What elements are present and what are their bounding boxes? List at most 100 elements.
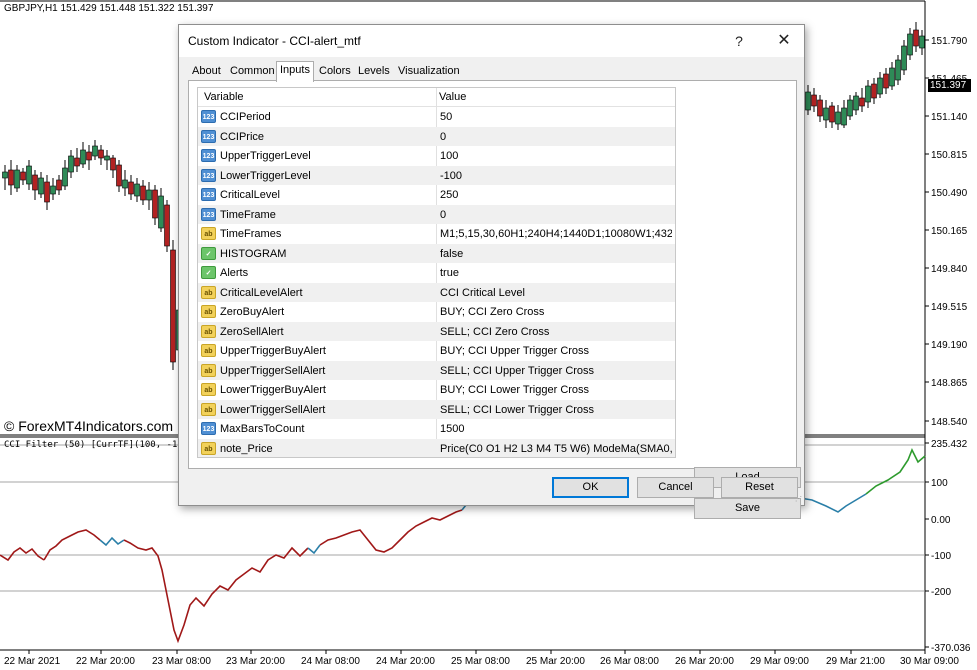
dialog-title: Custom Indicator - CCI-alert_mtf xyxy=(188,34,361,48)
current-price-tag: 151.397 xyxy=(928,79,971,92)
time-tick-label: 22 Mar 20:00 xyxy=(76,656,135,667)
input-name: Alerts xyxy=(220,267,249,279)
cancel-button[interactable]: Cancel xyxy=(637,477,714,498)
input-value[interactable]: BUY; CCI Lower Trigger Cross xyxy=(440,384,672,396)
time-tick-label: 29 Mar 09:00 xyxy=(750,656,809,667)
candle-body xyxy=(859,97,865,107)
input-row-alerts[interactable]: ✓ Alerts true xyxy=(198,263,675,283)
tab-inputs[interactable]: Inputs xyxy=(276,61,314,82)
input-row-uppertriggerbuyalert[interactable]: ab UpperTriggerBuyAlert BUY; CCI Upper Tri… xyxy=(198,341,675,361)
inputs-panel: Variable Value 123 CCIPeriod 50 123 CCIPrice… xyxy=(188,80,801,519)
input-row-lowertriggerbuyalert[interactable]: ab LowerTriggerBuyAlert BUY; CCI Lower Tri… xyxy=(198,380,675,400)
candle-body xyxy=(847,99,853,117)
time-tick-label: 25 Mar 08:00 xyxy=(451,656,510,667)
input-row-maxbarstocount[interactable]: 123 MaxBarsToCount 1500 xyxy=(198,419,675,439)
help-button[interactable]: ? xyxy=(719,29,759,53)
candle-body xyxy=(92,145,98,157)
input-value[interactable]: SELL; CCI Zero Cross xyxy=(440,326,672,338)
input-name: LowerTriggerBuyAlert xyxy=(220,384,326,396)
input-row-zerosellalert[interactable]: ab ZeroSellAlert SELL; CCI Zero Cross xyxy=(198,321,675,341)
int-type-icon: 123 xyxy=(201,110,216,123)
candle-body xyxy=(26,165,32,185)
time-tick-label: 22 Mar 2021 xyxy=(4,656,61,667)
tab-about[interactable]: About xyxy=(189,63,224,81)
input-value[interactable]: BUY; CCI Upper Trigger Cross xyxy=(440,345,672,357)
candle-body xyxy=(817,99,823,117)
header-value[interactable]: Value xyxy=(439,91,466,103)
tab-visualization[interactable]: Visualization xyxy=(395,63,463,81)
candle-body xyxy=(853,95,859,111)
tab-levels[interactable]: Levels xyxy=(355,63,393,81)
close-icon[interactable]: ✕ xyxy=(764,29,804,53)
int-type-icon: 123 xyxy=(201,149,216,162)
cci-axis: 235.432 100 0.00 -100 -200 -370.036 xyxy=(925,439,971,654)
candle-body xyxy=(164,204,170,247)
str-type-icon: ab xyxy=(201,324,216,338)
candle-body xyxy=(895,59,901,81)
candle-body xyxy=(811,94,817,107)
input-row-timeframes[interactable]: ab TimeFrames M1;5,15,30,60H1;240H4;1440D1… xyxy=(198,224,675,244)
candle-body xyxy=(140,185,146,201)
input-row-histogram[interactable]: ✓ HISTOGRAM false xyxy=(198,243,675,263)
input-name: ZeroSellAlert xyxy=(220,325,284,338)
bool-type-icon: ✓ xyxy=(201,246,216,260)
save-button[interactable]: Save xyxy=(694,498,801,519)
str-type-icon: ab xyxy=(201,441,216,455)
price-tick-label: 150.490 xyxy=(931,188,968,199)
candle-body xyxy=(829,105,835,123)
input-row-uppertriggersellalert[interactable]: ab UpperTriggerSellAlert SELL; CCI Upper T… xyxy=(198,360,675,380)
input-value[interactable]: 50 xyxy=(440,111,672,123)
input-value[interactable]: false xyxy=(440,248,672,260)
input-value[interactable]: -100 xyxy=(440,170,672,182)
cci-segment xyxy=(43,529,101,561)
candle-body xyxy=(907,33,913,56)
input-value[interactable]: 0 xyxy=(440,131,672,143)
symbol-label: GBPJPY,H1 151.429 151.448 151.322 151.39… xyxy=(4,3,214,14)
candle-body xyxy=(50,185,56,195)
input-row-lowertriggersellalert[interactable]: ab LowerTriggerSellAlert SELL; CCI Lower T… xyxy=(198,399,675,419)
candle-body xyxy=(823,107,829,121)
input-value[interactable]: M1;5,15,30,60H1;240H4;1440D1;10080W1;432… xyxy=(440,228,672,240)
input-row-uppertriggerlevel[interactable]: 123 UpperTriggerLevel 100 xyxy=(198,146,675,166)
input-value[interactable]: Price(C0 O1 H2 L3 M4 T5 W6) ModeMa(SMA0,… xyxy=(440,443,672,455)
input-value[interactable]: SELL; CCI Upper Trigger Cross xyxy=(440,365,672,377)
tab-colors[interactable]: Colors xyxy=(316,63,354,81)
input-row-note_price[interactable]: ab note_Price Price(C0 O1 H2 L3 M4 T5 W6) … xyxy=(198,438,675,457)
watermark: © ForexMT4Indicators.com xyxy=(4,418,174,434)
int-type-icon: 123 xyxy=(201,168,216,182)
resize-grip-icon[interactable]: ⋰ xyxy=(795,496,803,504)
input-row-zerobuyalert[interactable]: ab ZeroBuyAlert BUY; CCI Zero Cross xyxy=(198,302,675,322)
input-value[interactable]: CCI Critical Level xyxy=(440,287,672,299)
tab-common[interactable]: Common xyxy=(227,63,278,81)
input-row-criticallevelalert[interactable]: ab CriticalLevelAlert CCI Critical Level xyxy=(198,282,675,302)
input-name: CCIPrice xyxy=(220,130,265,143)
candle-body xyxy=(122,179,128,189)
reset-button[interactable]: Reset xyxy=(721,477,798,498)
candle-body xyxy=(146,189,152,201)
candle-body xyxy=(865,85,871,103)
dialog-titlebar[interactable]: Custom Indicator - CCI-alert_mtf ? ✕ xyxy=(179,25,804,57)
input-value[interactable]: 100 xyxy=(440,150,672,162)
input-value[interactable]: 0 xyxy=(440,209,672,221)
input-value[interactable]: true xyxy=(440,267,672,279)
input-row-criticallevel[interactable]: 123 CriticalLevel 250 xyxy=(198,185,675,205)
candle-body xyxy=(913,29,919,47)
time-tick-label: 23 Mar 20:00 xyxy=(226,656,285,667)
input-value[interactable]: SELL; CCI Lower Trigger Cross xyxy=(440,404,672,416)
input-row-lowertriggerlevel[interactable]: 123 LowerTriggerLevel -100 xyxy=(198,165,675,185)
input-row-cciperiod[interactable]: 123 CCIPeriod 50 xyxy=(198,107,675,127)
cci-tick-label: -370.036 xyxy=(931,643,971,654)
input-name: ZeroBuyAlert xyxy=(220,306,285,318)
header-variable[interactable]: Variable xyxy=(204,91,244,103)
input-value[interactable]: 1500 xyxy=(440,423,672,435)
candle-body xyxy=(20,171,26,181)
ok-button[interactable]: OK xyxy=(552,477,629,498)
inputs-grid: Variable Value 123 CCIPeriod 50 123 CCIPrice… xyxy=(197,87,676,458)
input-value[interactable]: BUY; CCI Zero Cross xyxy=(440,306,672,318)
candle-body xyxy=(158,195,164,229)
cci-segment xyxy=(865,448,926,495)
input-value[interactable]: 250 xyxy=(440,189,672,201)
input-row-cciprice[interactable]: 123 CCIPrice 0 xyxy=(198,126,675,146)
candle-body xyxy=(152,189,158,219)
input-row-timeframe[interactable]: 123 TimeFrame 0 xyxy=(198,204,675,224)
